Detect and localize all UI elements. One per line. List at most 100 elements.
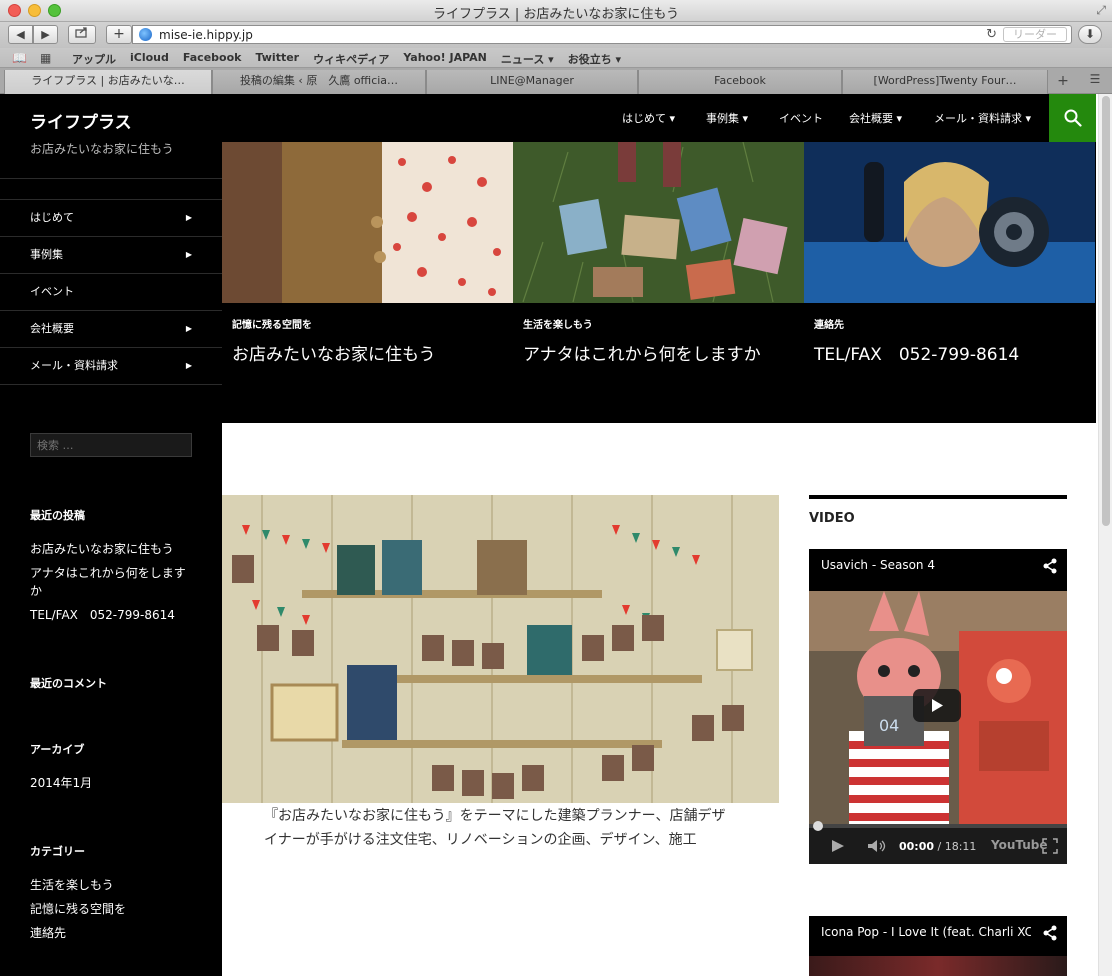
- recent-post-link[interactable]: お店みたいなお家に住もう: [30, 540, 195, 558]
- tab-lifeplus[interactable]: ライフプラス | お店みたいな…: [4, 70, 212, 94]
- video-thumbnail[interactable]: [809, 956, 1067, 976]
- left-nav-label: 事例集: [30, 248, 63, 261]
- left-nav-item-cases[interactable]: 事例集 ▶: [0, 237, 222, 274]
- category-link[interactable]: 記憶に残る空間を: [30, 900, 195, 918]
- duration: / 18:11: [937, 840, 977, 853]
- bookmark-item[interactable]: ニュース ▾: [501, 51, 554, 67]
- left-nav-item-hajimete[interactable]: はじめて ▶: [0, 200, 222, 237]
- site-tagline: お店みたいなお家に住もう: [30, 142, 174, 156]
- play-button[interactable]: [913, 689, 961, 722]
- featured-image-photos-grass[interactable]: [513, 142, 804, 303]
- top-nav-item-hajimete[interactable]: はじめて ▾: [622, 110, 675, 126]
- bookmark-item[interactable]: お役立ち ▾: [568, 51, 621, 67]
- bookmark-item[interactable]: Facebook: [183, 51, 242, 67]
- top-nav-item-event[interactable]: イベント: [779, 110, 823, 126]
- url-text[interactable]: mise-ie.hippy.jp: [159, 28, 253, 42]
- featured-title[interactable]: TEL/FAX 052-799-8614: [814, 340, 1019, 365]
- site-title[interactable]: ライフプラス: [30, 108, 132, 133]
- tab-facebook[interactable]: Facebook: [638, 70, 842, 94]
- featured-grid: 記憶に残る空間を お店みたいなお家に住もう 生活を楽しもう アナタはこれから何を…: [222, 142, 1096, 423]
- address-bar[interactable]: mise-ie.hippy.jp ↻ リーダー: [132, 25, 1072, 44]
- web-page: ライフプラス お店みたいなお家に住もう はじめて ▶ 事例集 ▶ イベント 会社…: [0, 94, 1112, 976]
- downloads-button[interactable]: ⬇: [1078, 25, 1102, 44]
- top-nav: はじめて ▾ 事例集 ▾ イベント 会社概要 ▾ メール・資料請求 ▾: [222, 94, 1096, 142]
- top-nav-item-contact[interactable]: メール・資料請求 ▾: [934, 110, 1031, 126]
- progress-handle[interactable]: [813, 821, 823, 831]
- add-tab-icon[interactable]: +: [1052, 72, 1074, 90]
- left-nav-label: はじめて: [30, 211, 74, 224]
- share-icon[interactable]: [1043, 925, 1057, 941]
- left-nav-label: 会社概要: [30, 322, 74, 335]
- bookmark-item[interactable]: Twitter: [255, 51, 299, 67]
- bookmarks-bar: 📖 ▦ アップル iCloud Facebook Twitter ウィキペディア…: [0, 48, 1112, 68]
- fullscreen-icon[interactable]: [1042, 838, 1058, 854]
- left-nav-item-contact[interactable]: メール・資料請求 ▶: [0, 348, 222, 385]
- video-progress-bar[interactable]: [809, 821, 1067, 831]
- reading-list-icon[interactable]: 📖: [12, 51, 27, 65]
- featured-title[interactable]: お店みたいなお家に住もう: [232, 340, 436, 365]
- new-tab-button[interactable]: +: [106, 25, 132, 44]
- tab-line-manager[interactable]: LINE@Manager: [426, 70, 638, 94]
- featured-category[interactable]: 生活を楽しもう: [523, 316, 593, 331]
- video-widget-title: VIDEO: [809, 511, 855, 526]
- forward-button[interactable]: ▶: [33, 25, 58, 44]
- caret-right-icon: ▶: [185, 213, 192, 222]
- bookmark-item[interactable]: アップル: [72, 51, 116, 67]
- recent-post-link[interactable]: アナタはこれから何をしますか: [30, 564, 195, 600]
- share-icon[interactable]: [1043, 558, 1057, 574]
- video-player-icona-pop[interactable]: Icona Pop - I Love It (feat. Charli XCX): [809, 916, 1067, 976]
- widget-title-recent-posts: 最近の投稿: [30, 509, 85, 522]
- top-nav-item-company[interactable]: 会社概要 ▾: [849, 110, 902, 126]
- video-player-usavich[interactable]: Usavich - Season 4 04 00:00 / 18:11 YouT…: [809, 549, 1067, 864]
- featured-category[interactable]: 記憶に残る空間を: [232, 316, 312, 331]
- left-nav: はじめて ▶ 事例集 ▶ イベント 会社概要 ▶ メール・資料請求 ▶: [0, 199, 222, 385]
- tab-wordpress[interactable]: [WordPress]Twenty Four…: [842, 70, 1048, 94]
- share-button[interactable]: [68, 25, 96, 44]
- window-titlebar: ライフプラス | お店みたいなお家に住もう ⤢: [0, 0, 1112, 22]
- category-link[interactable]: 生活を楽しもう: [30, 876, 195, 894]
- divider: [0, 178, 222, 179]
- top-sites-icon[interactable]: ▦: [40, 51, 51, 65]
- back-button[interactable]: ◀: [8, 25, 33, 44]
- fullscreen-icon[interactable]: ⤢: [1096, 3, 1106, 18]
- widget-title-archives: アーカイブ: [30, 743, 85, 756]
- video-title[interactable]: Icona Pop - I Love It (feat. Charli XCX): [821, 925, 1031, 939]
- sidebar-search-input[interactable]: [30, 433, 192, 457]
- featured-image-phone[interactable]: [804, 142, 1095, 303]
- widget-title-recent-comments: 最近のコメント: [30, 677, 107, 690]
- play-icon[interactable]: [831, 839, 845, 853]
- category-link[interactable]: 連絡先: [30, 924, 195, 942]
- scrollbar-thumb[interactable]: [1102, 96, 1110, 526]
- reader-button[interactable]: リーダー: [1003, 27, 1067, 42]
- search-icon: [1064, 109, 1082, 127]
- tab-edit-post[interactable]: 投稿の編集 ‹ 原 久鷹 officia…: [212, 70, 426, 94]
- caret-right-icon: ▶: [185, 361, 192, 370]
- featured-title[interactable]: アナタはこれから何をしますか: [523, 340, 761, 365]
- youtube-logo[interactable]: YouTube: [991, 838, 1048, 852]
- header-search-button[interactable]: [1049, 94, 1096, 142]
- top-nav-item-cases[interactable]: 事例集 ▾: [706, 110, 748, 126]
- volume-icon[interactable]: [867, 839, 887, 853]
- caret-right-icon: ▶: [185, 250, 192, 259]
- left-sidebar: ライフプラス お店みたいなお家に住もう はじめて ▶ 事例集 ▶ イベント 会社…: [0, 94, 222, 976]
- featured-image-dress[interactable]: [222, 142, 513, 303]
- bookmark-item[interactable]: ウィキペディア: [313, 51, 389, 67]
- archive-link[interactable]: 2014年1月: [30, 774, 195, 792]
- current-time: 00:00: [899, 840, 935, 853]
- play-icon: [932, 699, 943, 712]
- left-nav-item-company[interactable]: 会社概要 ▶: [0, 311, 222, 348]
- featured-category[interactable]: 連絡先: [814, 316, 844, 331]
- widget-top-bar: [809, 495, 1067, 499]
- tab-overview-icon[interactable]: ☰: [1084, 72, 1106, 90]
- reload-icon[interactable]: ↻: [986, 27, 997, 42]
- left-nav-item-event[interactable]: イベント: [0, 274, 222, 311]
- bookmark-item[interactable]: Yahoo! JAPAN: [403, 51, 487, 67]
- tab-bar: ライフプラス | お店みたいな… 投稿の編集 ‹ 原 久鷹 officia… L…: [0, 68, 1112, 94]
- recent-post-link[interactable]: TEL/FAX 052-799-8614: [30, 606, 195, 624]
- bookmark-item[interactable]: iCloud: [130, 51, 169, 67]
- left-nav-label: メール・資料請求: [30, 359, 118, 372]
- page-scrollbar[interactable]: [1098, 94, 1112, 976]
- window-title: ライフプラス | お店みたいなお家に住もう: [433, 7, 679, 22]
- main-description: 『お店みたいなお家に住もう』をテーマにした建築プランナー、店舗デザイナーが手がけ…: [264, 808, 726, 848]
- video-title[interactable]: Usavich - Season 4: [821, 558, 935, 572]
